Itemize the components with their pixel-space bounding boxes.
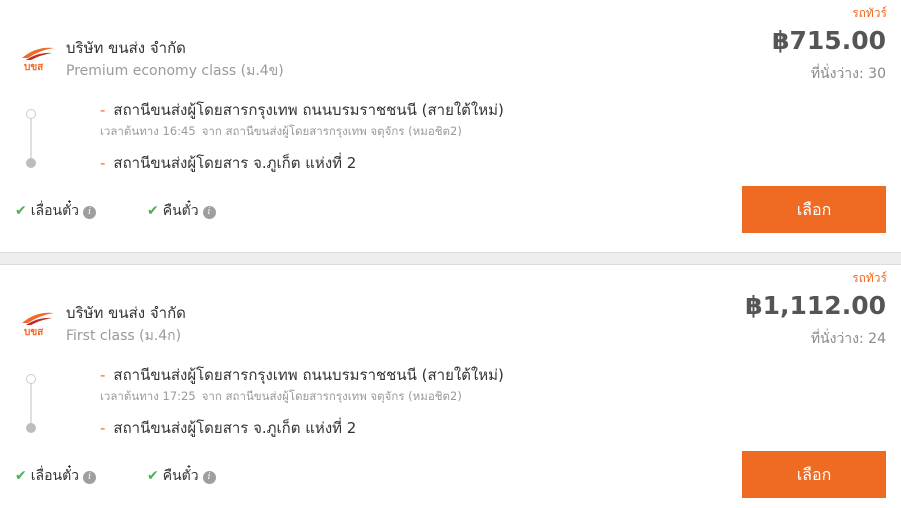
price: ฿1,112.00 <box>745 291 886 320</box>
origin-stop: - สถานีขนส่งผู้โดยสารกรุงเทพ ถนนบรมราชชนน… <box>100 98 504 122</box>
seats-available: ที่นั่งว่าง: 24 <box>810 331 886 347</box>
origin-stop: - สถานีขนส่งผู้โดยสารกรุงเทพ ถนนบรมราชชนน… <box>100 363 504 387</box>
bus-class: First class (ม.4ก) <box>66 328 182 344</box>
policy-refund: ✔ คืนตั๋ว i <box>147 200 216 222</box>
check-icon: ✔ <box>15 468 27 484</box>
bullet-dash: - <box>100 366 106 384</box>
company-name: บริษัท ขนส่ง จำกัด <box>66 39 186 57</box>
policy-change: ✔ เลื่อนตั๋ว i <box>15 465 97 487</box>
logo-text: บขส <box>24 327 44 338</box>
destination-dot-icon <box>26 158 36 168</box>
destination-text: สถานีขนส่งผู้โดยสาร จ.ภูเก็ต แห่งที่ 2 <box>113 154 357 172</box>
policy-change-label: เลื่อนตั๋ว <box>30 203 80 219</box>
departure-from: จาก สถานีขนส่งผู้โดยสารกรุงเทพ จตุจักร (… <box>201 124 462 138</box>
destination-text: สถานีขนส่งผู้โดยสาร จ.ภูเก็ต แห่งที่ 2 <box>113 419 357 437</box>
company-name: บริษัท ขนส่ง จำกัด <box>66 304 186 322</box>
check-icon: ✔ <box>15 203 27 219</box>
result-card: รถทัวร์ บขส บริษัท ขนส่ง จำกัด First cla… <box>0 264 901 508</box>
origin-text: สถานีขนส่งผู้โดยสารกรุงเทพ ถนนบรมราชชนนี… <box>113 101 504 119</box>
check-icon: ✔ <box>147 468 159 484</box>
select-button[interactable]: เลือก <box>742 186 886 233</box>
vehicle-type-tag: รถทัวร์ <box>852 6 887 20</box>
bullet-dash: - <box>100 101 106 119</box>
policy-refund-label: คืนตั๋ว <box>162 203 199 219</box>
origin-dot-icon <box>26 374 36 384</box>
seats-available: ที่นั่งว่าง: 30 <box>810 66 886 82</box>
info-icon[interactable]: i <box>202 471 216 484</box>
bullet-dash: - <box>100 154 106 172</box>
departure-info: เวลาต้นทาง 16:45 จาก สถานีขนส่งผู้โดยสารก… <box>100 123 462 141</box>
origin-text: สถานีขนส่งผู้โดยสารกรุงเทพ ถนนบรมราชชนนี… <box>113 366 504 384</box>
destination-stop: - สถานีขนส่งผู้โดยสาร จ.ภูเก็ต แห่งที่ 2 <box>100 151 356 175</box>
route-line <box>30 379 32 429</box>
company-logo: บขส <box>18 44 58 74</box>
policy-change-label: เลื่อนตั๋ว <box>30 468 80 484</box>
route-line <box>30 114 32 164</box>
policy-change: ✔ เลื่อนตั๋ว i <box>15 200 97 222</box>
bus-class: Premium economy class (ม.4ข) <box>66 63 284 79</box>
select-button[interactable]: เลือก <box>742 451 886 498</box>
info-icon[interactable]: i <box>83 206 97 219</box>
policy-refund-label: คืนตั๋ว <box>162 468 199 484</box>
departure-time: เวลาต้นทาง 17:25 <box>100 389 196 403</box>
result-card: รถทัวร์ บขส บริษัท ขนส่ง จำกัด Premium e… <box>0 0 901 253</box>
info-icon[interactable]: i <box>83 471 97 484</box>
company-logo: บขส <box>18 309 58 339</box>
departure-from: จาก สถานีขนส่งผู้โดยสารกรุงเทพ จตุจักร (… <box>201 389 462 403</box>
destination-stop: - สถานีขนส่งผู้โดยสาร จ.ภูเก็ต แห่งที่ 2 <box>100 416 356 440</box>
origin-dot-icon <box>26 109 36 119</box>
vehicle-type-tag: รถทัวร์ <box>852 271 887 285</box>
logo-text: บขส <box>24 62 44 73</box>
bullet-dash: - <box>100 419 106 437</box>
price: ฿715.00 <box>772 26 886 55</box>
departure-time: เวลาต้นทาง 16:45 <box>100 124 196 138</box>
destination-dot-icon <box>26 423 36 433</box>
info-icon[interactable]: i <box>202 206 216 219</box>
check-icon: ✔ <box>147 203 159 219</box>
departure-info: เวลาต้นทาง 17:25 จาก สถานีขนส่งผู้โดยสารก… <box>100 388 462 406</box>
policy-refund: ✔ คืนตั๋ว i <box>147 465 216 487</box>
